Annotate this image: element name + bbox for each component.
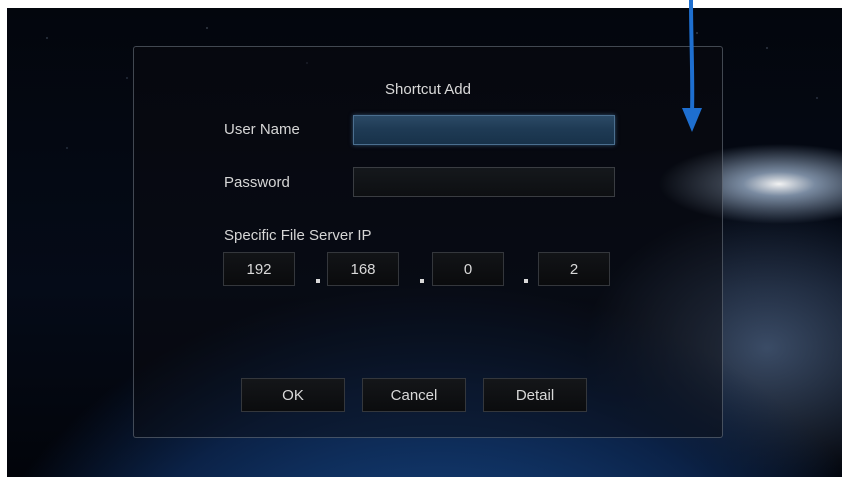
ok-button[interactable]: OK (241, 378, 345, 412)
username-field[interactable] (353, 115, 615, 145)
ip-separator-dot (524, 279, 528, 283)
ip-octet-1-field[interactable]: 192 (223, 252, 295, 286)
ip-label: Specific File Server IP (224, 227, 372, 244)
ip-octet-3-field[interactable]: 0 (432, 252, 504, 286)
dialog-title: Shortcut Add (385, 81, 471, 98)
annotation-arrow-icon (682, 0, 702, 132)
ip-separator-dot (420, 279, 424, 283)
ip-separator-dot (316, 279, 320, 283)
ip-octet-2-field[interactable]: 168 (327, 252, 399, 286)
shortcut-add-dialog: Shortcut Add User Name Password Specific… (133, 46, 723, 438)
password-label: Password (224, 174, 290, 191)
password-field[interactable] (353, 167, 615, 197)
detail-button[interactable]: Detail (483, 378, 587, 412)
ip-octet-4-field[interactable]: 2 (538, 252, 610, 286)
cancel-button[interactable]: Cancel (362, 378, 466, 412)
username-label: User Name (224, 121, 300, 138)
